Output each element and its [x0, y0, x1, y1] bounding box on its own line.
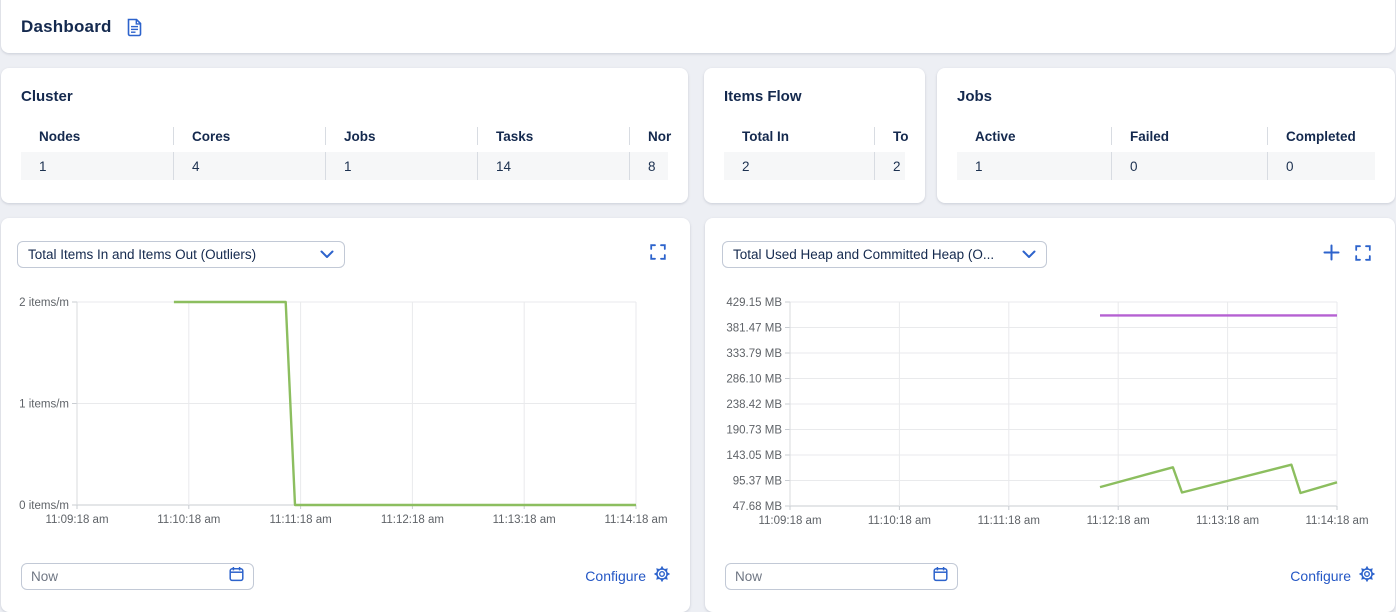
calendar-icon [229, 566, 244, 587]
stat-header-completed: Completed [1267, 127, 1375, 145]
heap-line-chart: 47.68 MB 95.37 MB 143.05 MB 190.73 MB 238.42… [705, 290, 1395, 540]
jobs-card-title: Jobs [957, 88, 1375, 105]
stat-header-tasks: Tasks [477, 127, 629, 145]
stat-header-row: Total InTo [724, 127, 905, 145]
svg-text:11:10:18 am: 11:10:18 am [868, 515, 931, 527]
configure-link[interactable]: Configure [585, 566, 670, 587]
jobs-stat-table: ActiveFailedCompleted100 [957, 127, 1375, 180]
time-range-value: Now [31, 569, 229, 584]
items-flow-stat-table: Total InTo 22 [724, 127, 905, 180]
time-range-value: Now [735, 569, 933, 584]
stat-value-cores: 4 [173, 152, 325, 180]
stat-value-active: 1 [957, 152, 1111, 180]
svg-text:11:11:18 am: 11:11:18 am [978, 515, 1040, 527]
stat-header-nor: Nor [629, 127, 688, 145]
svg-text:381.47 MB: 381.47 MB [726, 322, 782, 334]
gear-icon [1359, 566, 1375, 587]
items-chart-panel: Total Items In and Items Out (Outliers) … [1, 218, 690, 612]
svg-text:11:14:18 am: 11:14:18 am [1305, 515, 1368, 527]
cluster-stat-table: NodesCoresJobsTasksNor141148 [21, 127, 668, 180]
document-icon[interactable] [126, 18, 143, 37]
stat-header-failed: Failed [1111, 127, 1267, 145]
header-row: Dashboard [21, 17, 143, 37]
svg-text:11:12:18 am: 11:12:18 am [1087, 515, 1150, 527]
svg-text:333.79 MB: 333.79 MB [726, 348, 782, 360]
heap-chart-metric-dropdown-value: Total Used Heap and Committed Heap (O... [733, 247, 1014, 262]
stat-value-jobs: 1 [325, 152, 477, 180]
items-line-chart: 0 items/m 1 items/m 2 items/m 11:09:18 am 11… [1, 290, 690, 540]
svg-text:11:11:18 am: 11:11:18 am [269, 514, 331, 526]
configure-label: Configure [585, 568, 646, 584]
cluster-card-title: Cluster [21, 88, 668, 105]
stat-value-row: 100 [957, 152, 1375, 180]
svg-text:2 items/m: 2 items/m [19, 297, 69, 309]
stat-header-row: NodesCoresJobsTasksNor [21, 127, 668, 145]
series-used-heap [1100, 465, 1337, 493]
expand-icon[interactable] [1355, 245, 1371, 261]
time-range-input[interactable]: Now [21, 563, 254, 590]
svg-text:11:09:18 am: 11:09:18 am [758, 515, 821, 527]
svg-text:1 items/m: 1 items/m [19, 399, 69, 411]
stat-header-jobs: Jobs [325, 127, 477, 145]
stat-value-to: 2 [874, 152, 925, 180]
gear-icon [654, 566, 670, 587]
stat-value-nodes: 1 [21, 152, 173, 180]
stat-value-row: 22 [724, 152, 905, 180]
svg-text:0 items/m: 0 items/m [19, 500, 69, 512]
svg-text:47.68 MB: 47.68 MB [733, 501, 783, 513]
svg-text:11:09:18 am: 11:09:18 am [45, 514, 108, 526]
time-range-input[interactable]: Now [725, 563, 958, 590]
items-chart-metric-dropdown[interactable]: Total Items In and Items Out (Outliers) [17, 241, 345, 268]
svg-text:238.42 MB: 238.42 MB [726, 399, 782, 411]
expand-icon[interactable] [650, 244, 666, 260]
svg-text:95.37 MB: 95.37 MB [733, 475, 783, 487]
chevron-down-icon [320, 247, 334, 262]
svg-text:190.73 MB: 190.73 MB [726, 425, 782, 437]
add-icon[interactable] [1323, 244, 1340, 261]
stat-header-total-in: Total In [724, 127, 874, 145]
stat-value-failed: 0 [1111, 152, 1267, 180]
stat-value-tasks: 14 [477, 152, 629, 180]
svg-text:286.10 MB: 286.10 MB [726, 373, 782, 385]
configure-link[interactable]: Configure [1290, 566, 1375, 587]
stat-value-row: 141148 [21, 152, 668, 180]
page-title: Dashboard [21, 17, 112, 37]
svg-text:11:14:18 am: 11:14:18 am [604, 514, 667, 526]
stat-header-cores: Cores [173, 127, 325, 145]
jobs-card: Jobs ActiveFailedCompleted100 [937, 68, 1395, 203]
stat-header-active: Active [957, 127, 1111, 145]
configure-label: Configure [1290, 568, 1351, 584]
svg-text:429.15 MB: 429.15 MB [726, 297, 782, 309]
stat-header-row: ActiveFailedCompleted [957, 127, 1375, 145]
stat-value-total-in: 2 [724, 152, 874, 180]
items-flow-card: Items Flow Total InTo22 [704, 68, 925, 203]
heap-chart-panel: Total Used Heap and Committed Heap (O...… [705, 218, 1395, 612]
svg-text:11:13:18 am: 11:13:18 am [493, 514, 556, 526]
svg-text:11:10:18 am: 11:10:18 am [157, 514, 220, 526]
stat-value-nor: 8 [629, 152, 688, 180]
stat-value-completed: 0 [1267, 152, 1375, 180]
stat-header-to: To [874, 127, 925, 145]
stat-header-nodes: Nodes [21, 127, 173, 145]
svg-text:143.05 MB: 143.05 MB [726, 450, 782, 462]
items-flow-card-title: Items Flow [724, 88, 905, 105]
calendar-icon [933, 566, 948, 587]
svg-text:11:12:18 am: 11:12:18 am [381, 514, 444, 526]
svg-text:11:13:18 am: 11:13:18 am [1196, 515, 1259, 527]
header-bar: Dashboard [1, 0, 1395, 53]
cluster-card: Cluster NodesCoresJobsTasksNor141148 [1, 68, 688, 203]
items-chart-metric-dropdown-value: Total Items In and Items Out (Outliers) [28, 247, 312, 262]
chevron-down-icon [1022, 247, 1036, 262]
heap-chart-metric-dropdown[interactable]: Total Used Heap and Committed Heap (O... [722, 241, 1047, 268]
